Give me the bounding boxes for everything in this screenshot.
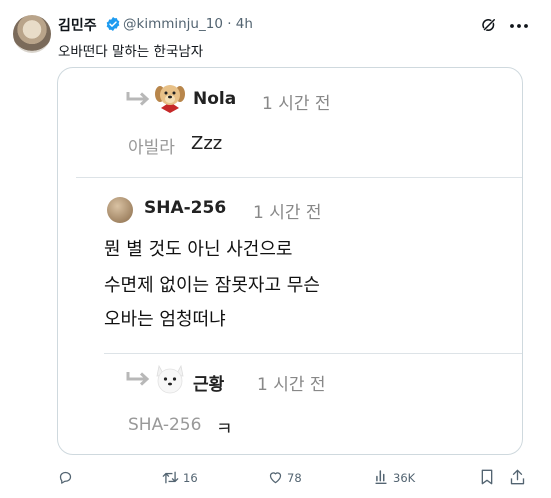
comment-text: ㅋ [216, 419, 233, 440]
tweet-text: 오바떤다 말하는 한국남자 [58, 44, 204, 60]
like-count[interactable]: 78 [287, 471, 302, 485]
comment-author-nola: Nola [193, 89, 237, 109]
author-handle-time[interactable]: @kimminju_10 · 4h [123, 16, 253, 32]
commenter-avatar-dog-icon [155, 85, 185, 113]
reply-arrow-icon [126, 92, 150, 106]
author-avatar[interactable] [13, 15, 51, 53]
comment-text: Zzz [191, 133, 223, 154]
more-options-icon[interactable] [509, 23, 529, 29]
comment-divider [76, 177, 522, 178]
reply-arrow-icon [126, 372, 150, 386]
views-icon[interactable] [374, 469, 388, 484]
grok-icon[interactable] [480, 16, 498, 34]
comment-time: 1 시간 전 [253, 203, 322, 223]
bookmark-icon[interactable] [480, 469, 494, 485]
reply-icon[interactable] [58, 470, 73, 485]
share-icon[interactable] [510, 469, 525, 485]
comment-time: 1 시간 전 [257, 375, 326, 395]
commenter-avatar-white-dog-icon [156, 364, 184, 394]
tweet-media-image[interactable]: Nola 1 시간 전 아빌라 Zzz SHA-256 1 시간 전 뭔 별 것… [57, 67, 523, 455]
retweet-count[interactable]: 16 [183, 471, 198, 485]
commenter-avatar-icon [107, 197, 133, 223]
comment-divider [104, 353, 522, 354]
author-name[interactable]: 김민주 [58, 15, 97, 35]
comment-text-line: 뭔 별 것도 아닌 사건으로 [104, 239, 293, 260]
comment-author-sha256: SHA-256 [144, 198, 227, 218]
like-icon[interactable] [268, 470, 283, 484]
verified-badge-icon [106, 17, 120, 31]
comment-author-geunhwang: 근황 [193, 375, 225, 395]
views-count[interactable]: 36K [393, 471, 415, 485]
comment-text-line: 오바는 엄청떠냐 [104, 309, 226, 330]
retweet-icon[interactable] [162, 470, 179, 485]
comment-mention: 아빌라 [128, 138, 175, 158]
comment-mention: SHA-256 [128, 415, 202, 435]
comment-text-line: 수면제 없이는 잠못자고 무슨 [104, 275, 320, 296]
comment-time: 1 시간 전 [262, 94, 331, 114]
